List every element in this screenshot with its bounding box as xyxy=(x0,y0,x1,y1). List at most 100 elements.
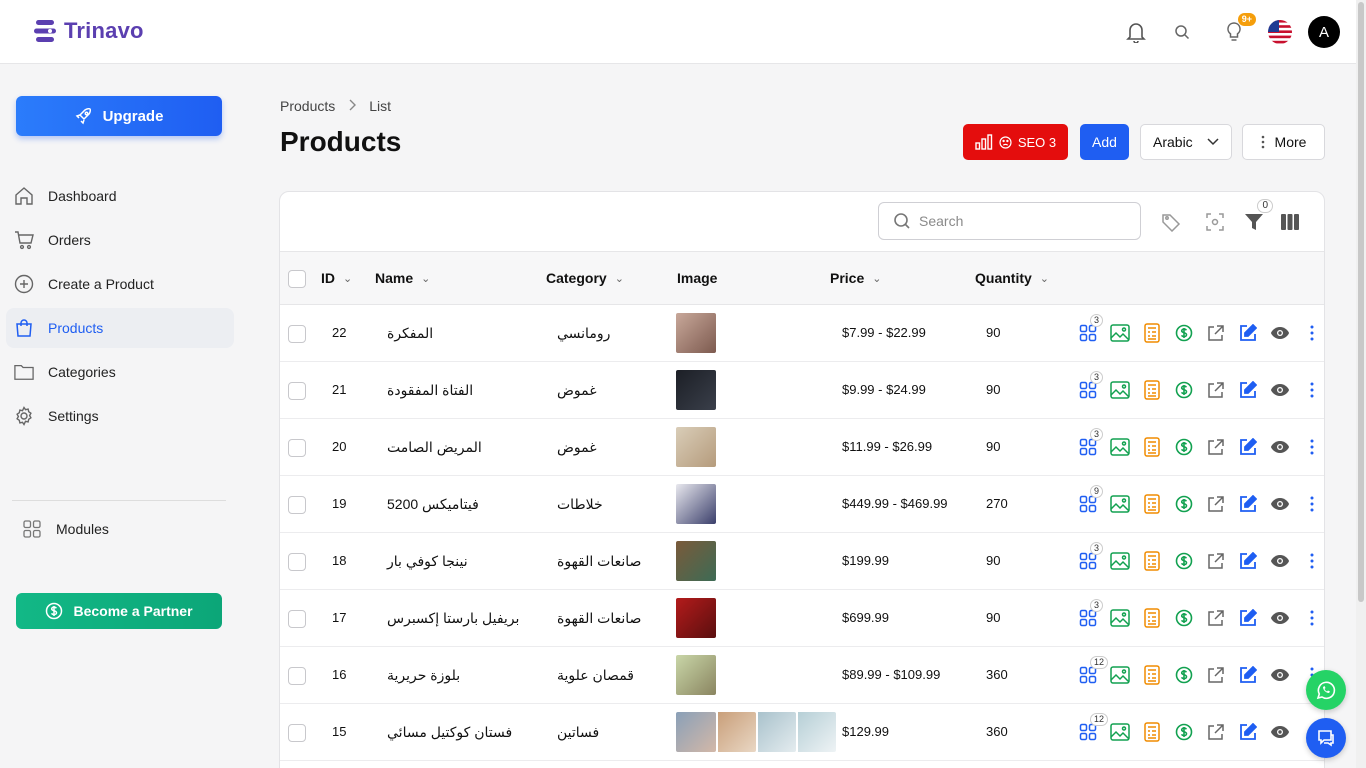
dollar-action[interactable] xyxy=(1168,550,1200,572)
logo[interactable]: Trinavo xyxy=(34,18,144,44)
product-image[interactable] xyxy=(676,313,716,353)
calculator-action[interactable] xyxy=(1136,322,1168,344)
edit-action[interactable] xyxy=(1232,493,1264,515)
image-action[interactable] xyxy=(1104,493,1136,515)
column-price[interactable]: Price ⌄ xyxy=(830,270,881,286)
product-name[interactable]: المريض الصامت xyxy=(387,439,482,456)
kebab-menu-action[interactable] xyxy=(1296,322,1324,344)
edit-action[interactable] xyxy=(1232,721,1264,743)
eye-action[interactable] xyxy=(1264,436,1296,458)
calculator-action[interactable] xyxy=(1136,379,1168,401)
product-image[interactable] xyxy=(676,655,716,695)
image-action[interactable] xyxy=(1104,379,1136,401)
external-link-action[interactable] xyxy=(1200,607,1232,629)
external-link-action[interactable] xyxy=(1200,664,1232,686)
product-name[interactable]: بريفيل بارستا إكسبرس xyxy=(387,610,519,627)
kebab-menu-action[interactable] xyxy=(1296,493,1324,515)
kebab-menu-action[interactable] xyxy=(1296,607,1324,629)
language-select[interactable]: Arabic xyxy=(1140,124,1232,160)
more-button[interactable]: More xyxy=(1242,124,1325,160)
product-image[interactable] xyxy=(676,484,716,524)
variants-action[interactable]: 12 xyxy=(1072,656,1109,686)
dollar-action[interactable] xyxy=(1168,664,1200,686)
product-image[interactable] xyxy=(676,427,716,467)
notifications-bell-icon[interactable] xyxy=(1124,20,1148,44)
become-partner-button[interactable]: Become a Partner xyxy=(16,593,222,629)
edit-action[interactable] xyxy=(1232,379,1264,401)
sidebar-item-orders[interactable]: Orders xyxy=(6,220,234,260)
image-action[interactable] xyxy=(1104,436,1136,458)
scrollbar-thumb[interactable] xyxy=(1358,2,1364,602)
chat-support-button[interactable] xyxy=(1306,718,1346,758)
row-checkbox[interactable] xyxy=(288,553,306,571)
lightbulb-icon[interactable]: 9+ xyxy=(1222,13,1256,44)
row-checkbox[interactable] xyxy=(288,496,306,514)
calculator-action[interactable] xyxy=(1136,436,1168,458)
edit-action[interactable] xyxy=(1232,436,1264,458)
kebab-menu-action[interactable] xyxy=(1296,379,1324,401)
row-checkbox[interactable] xyxy=(288,439,306,457)
column-category[interactable]: Category ⌄ xyxy=(546,270,624,286)
product-image[interactable] xyxy=(676,541,716,581)
product-image[interactable] xyxy=(716,712,756,752)
calculator-action[interactable] xyxy=(1136,607,1168,629)
variants-action[interactable]: 3 xyxy=(1072,599,1104,629)
dollar-action[interactable] xyxy=(1168,607,1200,629)
column-quantity[interactable]: Quantity ⌄ xyxy=(975,270,1049,286)
column-id[interactable]: ID ⌄ xyxy=(321,270,352,286)
page-scrollbar[interactable] xyxy=(1356,0,1366,768)
row-checkbox[interactable] xyxy=(288,667,306,685)
product-name[interactable]: الفتاة المفقودة xyxy=(387,382,473,399)
eye-action[interactable] xyxy=(1264,607,1296,629)
product-image[interactable] xyxy=(796,712,836,752)
sidebar-item-products[interactable]: Products xyxy=(6,308,234,348)
eye-action[interactable] xyxy=(1264,493,1296,515)
sidebar-item-create-product[interactable]: Create a Product xyxy=(6,264,234,304)
us-flag-icon[interactable] xyxy=(1268,20,1292,44)
variants-action[interactable]: 3 xyxy=(1072,371,1104,401)
seo-button[interactable]: SEO 3 xyxy=(963,124,1068,160)
product-image[interactable] xyxy=(756,712,796,752)
calculator-action[interactable] xyxy=(1136,493,1168,515)
image-action[interactable] xyxy=(1104,550,1136,572)
eye-action[interactable] xyxy=(1264,550,1296,572)
row-checkbox[interactable] xyxy=(288,382,306,400)
calculator-action[interactable] xyxy=(1136,664,1168,686)
column-name[interactable]: Name ⌄ xyxy=(375,270,430,286)
sidebar-item-dashboard[interactable]: Dashboard xyxy=(6,176,234,216)
search-input[interactable] xyxy=(919,213,1119,229)
product-image[interactable] xyxy=(676,370,716,410)
product-name[interactable]: فيتاميكس 5200 xyxy=(387,496,479,513)
product-image[interactable] xyxy=(676,712,716,752)
add-button[interactable]: Add xyxy=(1080,124,1129,160)
external-link-action[interactable] xyxy=(1200,550,1232,572)
columns-icon[interactable] xyxy=(1279,211,1301,233)
edit-action[interactable] xyxy=(1232,550,1264,572)
dollar-action[interactable] xyxy=(1168,721,1200,743)
tag-icon[interactable] xyxy=(1160,211,1182,233)
edit-action[interactable] xyxy=(1232,607,1264,629)
edit-action[interactable] xyxy=(1232,664,1264,686)
image-action[interactable] xyxy=(1104,607,1136,629)
sidebar-item-settings[interactable]: Settings xyxy=(6,396,234,436)
sidebar-item-categories[interactable]: Categories xyxy=(6,352,234,392)
kebab-menu-action[interactable] xyxy=(1296,436,1324,458)
product-name[interactable]: المفكرة xyxy=(387,325,433,342)
variants-action[interactable]: 12 xyxy=(1072,713,1109,743)
row-checkbox[interactable] xyxy=(288,724,306,742)
variants-action[interactable]: 3 xyxy=(1072,314,1104,344)
external-link-action[interactable] xyxy=(1200,493,1232,515)
product-name[interactable]: نينجا كوفي بار xyxy=(387,553,468,570)
variants-action[interactable]: 3 xyxy=(1072,542,1104,572)
upgrade-button[interactable]: Upgrade xyxy=(16,96,222,136)
select-all-checkbox[interactable] xyxy=(288,270,306,288)
row-checkbox[interactable] xyxy=(288,610,306,628)
whatsapp-button[interactable] xyxy=(1306,670,1346,710)
sidebar-item-modules[interactable]: Modules xyxy=(14,509,242,549)
eye-action[interactable] xyxy=(1264,379,1296,401)
dollar-action[interactable] xyxy=(1168,436,1200,458)
image-action[interactable] xyxy=(1104,322,1136,344)
avatar[interactable]: A xyxy=(1308,16,1340,48)
variants-action[interactable]: 9 xyxy=(1072,485,1104,515)
variants-action[interactable]: 3 xyxy=(1072,428,1104,458)
